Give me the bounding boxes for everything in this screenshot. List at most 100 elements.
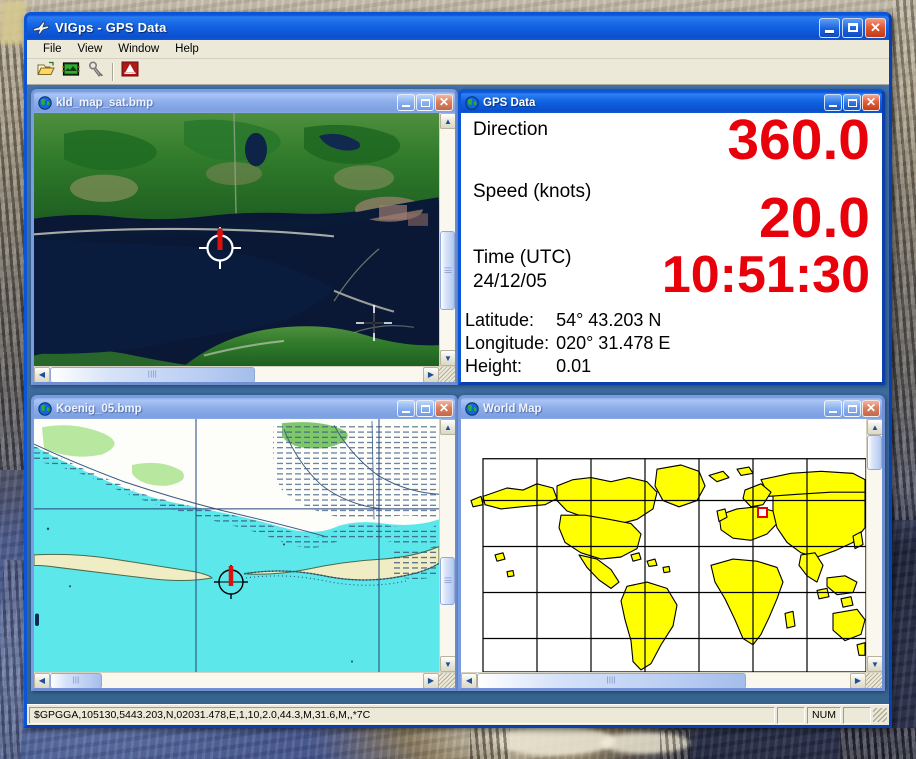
- toolbar: [27, 59, 889, 85]
- sat-map-body: ▲ ||| ▼ ◀ |||| ▶: [34, 113, 455, 382]
- sat-map-scroll-left-button[interactable]: ◀: [34, 367, 50, 383]
- world-map-maximize-button[interactable]: [843, 400, 861, 417]
- world-map-scroll-right-button[interactable]: ▶: [850, 673, 866, 689]
- world-map-hscroll-thumb[interactable]: ||||: [477, 673, 746, 689]
- world-map-scroll-down-button[interactable]: ▼: [867, 656, 883, 672]
- sat-map-minimize-button[interactable]: [397, 94, 415, 111]
- time-label: Time (UTC): [473, 247, 572, 269]
- minimize-button[interactable]: [819, 18, 840, 38]
- sat-map-canvas[interactable]: [34, 113, 439, 366]
- chart-map-maximize-button[interactable]: [416, 400, 434, 417]
- nautical-chart-image: [34, 419, 439, 672]
- chart-map-hscroll-thumb[interactable]: |||: [50, 673, 102, 689]
- direction-label: Direction: [473, 119, 548, 141]
- red-sailboat-icon: [121, 61, 139, 82]
- chart-map-hscroll-track[interactable]: |||: [50, 673, 423, 689]
- world-map-hscroll-track[interactable]: ||||: [477, 673, 850, 689]
- menu-item-view[interactable]: View: [70, 42, 111, 56]
- world-map-scroll-up-button[interactable]: ▲: [867, 419, 883, 435]
- status-pane-3: [843, 707, 871, 724]
- wallpaper-rock-mid-bottom-2: [660, 730, 690, 759]
- world-map-horizontal-scrollbar[interactable]: ◀ |||| ▶: [461, 672, 882, 688]
- height-label: Height:: [465, 355, 556, 378]
- wallpaper-rock-right: [892, 0, 916, 520]
- world-map-scroll-left-button[interactable]: ◀: [461, 673, 477, 689]
- wrench-magnifier-icon: [87, 61, 105, 82]
- vessel-button[interactable]: [118, 61, 141, 83]
- longitude-label: Longitude:: [465, 332, 556, 355]
- chart-map-horizontal-scrollbar[interactable]: ◀ ||| ▶: [34, 672, 455, 688]
- chart-map-body: ▲ ||| ▼ ◀ ||| ▶: [34, 419, 455, 688]
- open-folder-icon: [37, 61, 55, 82]
- menu-item-window[interactable]: Window: [110, 42, 167, 56]
- vessel-position-marker: [197, 225, 243, 271]
- sat-map-vscroll-track[interactable]: |||: [440, 129, 455, 350]
- map-image-icon: [62, 61, 80, 82]
- longitude-value: 020° 31.478 E: [556, 332, 670, 355]
- close-button[interactable]: ✕: [865, 18, 886, 38]
- gps-coordinates-block: Latitude: 54° 43.203 N Longitude: 020° 3…: [465, 309, 670, 378]
- chart-map-canvas[interactable]: [34, 419, 439, 672]
- gps-data-minimize-button[interactable]: [824, 94, 842, 111]
- world-map-canvas[interactable]: 180 W 120 60 0 60: [461, 419, 866, 672]
- sat-map-hscroll-thumb[interactable]: ||||: [50, 367, 255, 383]
- mdi-client-area: kld_map_sat.bmp ✕: [27, 85, 889, 704]
- nautical-chart-art: [34, 419, 439, 672]
- chart-map-window-controls: ✕: [397, 400, 453, 417]
- chart-map-vscroll-track[interactable]: |||: [440, 435, 455, 656]
- gps-data-maximize-button[interactable]: [843, 94, 861, 111]
- window-resize-grip[interactable]: [873, 708, 887, 722]
- sat-map-hscroll-track[interactable]: ||||: [50, 367, 423, 383]
- chart-map-titlebar[interactable]: Koenig_05.bmp ✕: [34, 398, 455, 419]
- airplane-icon: [32, 20, 50, 36]
- sat-map-scroll-down-button[interactable]: ▼: [440, 350, 456, 366]
- sat-map-vertical-scrollbar[interactable]: ▲ ||| ▼: [439, 113, 455, 366]
- chart-map-scroll-left-button[interactable]: ◀: [34, 673, 50, 689]
- world-map-vertical-scrollbar[interactable]: ▲ ▼: [866, 419, 882, 672]
- date-value: 24/12/05: [473, 271, 547, 293]
- chart-map-scroll-up-button[interactable]: ▲: [440, 419, 456, 435]
- world-map-vscroll-track[interactable]: [867, 435, 882, 656]
- child-window-chart-map: Koenig_05.bmp ✕: [31, 395, 458, 691]
- cursor-crosshair: [356, 305, 392, 341]
- sat-map-scroll-up-button[interactable]: ▲: [440, 113, 456, 129]
- sat-map-titlebar[interactable]: kld_map_sat.bmp ✕: [34, 92, 455, 113]
- world-map-art: [461, 419, 866, 672]
- sat-map-scroll-right-button[interactable]: ▶: [423, 367, 439, 383]
- status-bar: $GPGGA,105130,5443.203,N,02031.478,E,1,1…: [27, 704, 889, 725]
- chart-map-vscroll-thumb[interactable]: |||: [440, 557, 455, 606]
- chart-map-close-button[interactable]: ✕: [435, 400, 453, 417]
- chart-map-resize-grip[interactable]: [439, 673, 455, 689]
- chart-map-minimize-button[interactable]: [397, 400, 415, 417]
- open-map-button[interactable]: [59, 61, 82, 83]
- satellite-image: [34, 113, 439, 366]
- sat-map-close-button[interactable]: ✕: [435, 94, 453, 111]
- menu-item-file[interactable]: File: [35, 42, 70, 56]
- maximize-button[interactable]: [842, 18, 863, 38]
- application-window: VIGps - GPS Data ✕ File View Window Help: [24, 12, 892, 728]
- sat-map-maximize-button[interactable]: [416, 94, 434, 111]
- wallpaper-rock-bottom-right: [840, 728, 916, 759]
- world-map-minimize-button[interactable]: [824, 400, 842, 417]
- sat-map-vscroll-thumb[interactable]: |||: [440, 231, 455, 311]
- latitude-row: Latitude: 54° 43.203 N: [465, 309, 670, 332]
- gps-data-close-button[interactable]: ✕: [862, 94, 880, 111]
- chart-map-scroll-down-button[interactable]: ▼: [440, 656, 456, 672]
- chart-map-vertical-scrollbar[interactable]: ▲ ||| ▼: [439, 419, 455, 672]
- world-map-titlebar[interactable]: World Map ✕: [461, 398, 882, 419]
- sat-map-resize-grip[interactable]: [439, 367, 455, 383]
- gps-speed-row: Speed (knots) 20.0: [471, 181, 874, 247]
- longitude-row: Longitude: 020° 31.478 E: [465, 332, 670, 355]
- world-map-close-button[interactable]: ✕: [862, 400, 880, 417]
- gps-data-titlebar[interactable]: GPS Data ✕: [461, 92, 882, 113]
- menu-item-help[interactable]: Help: [167, 42, 207, 56]
- chart-map-scroll-right-button[interactable]: ▶: [423, 673, 439, 689]
- open-file-button[interactable]: [34, 61, 57, 83]
- speed-value: 20.0: [759, 191, 870, 245]
- settings-button[interactable]: [84, 61, 107, 83]
- nmea-sentence-pane: $GPGGA,105130,5443.203,N,02031.478,E,1,1…: [29, 707, 775, 724]
- world-map-image: 180 W 120 60 0 60: [461, 419, 866, 672]
- world-map-vscroll-thumb[interactable]: [867, 435, 882, 470]
- sat-map-horizontal-scrollbar[interactable]: ◀ |||| ▶: [34, 366, 455, 382]
- world-map-resize-grip[interactable]: [866, 673, 882, 689]
